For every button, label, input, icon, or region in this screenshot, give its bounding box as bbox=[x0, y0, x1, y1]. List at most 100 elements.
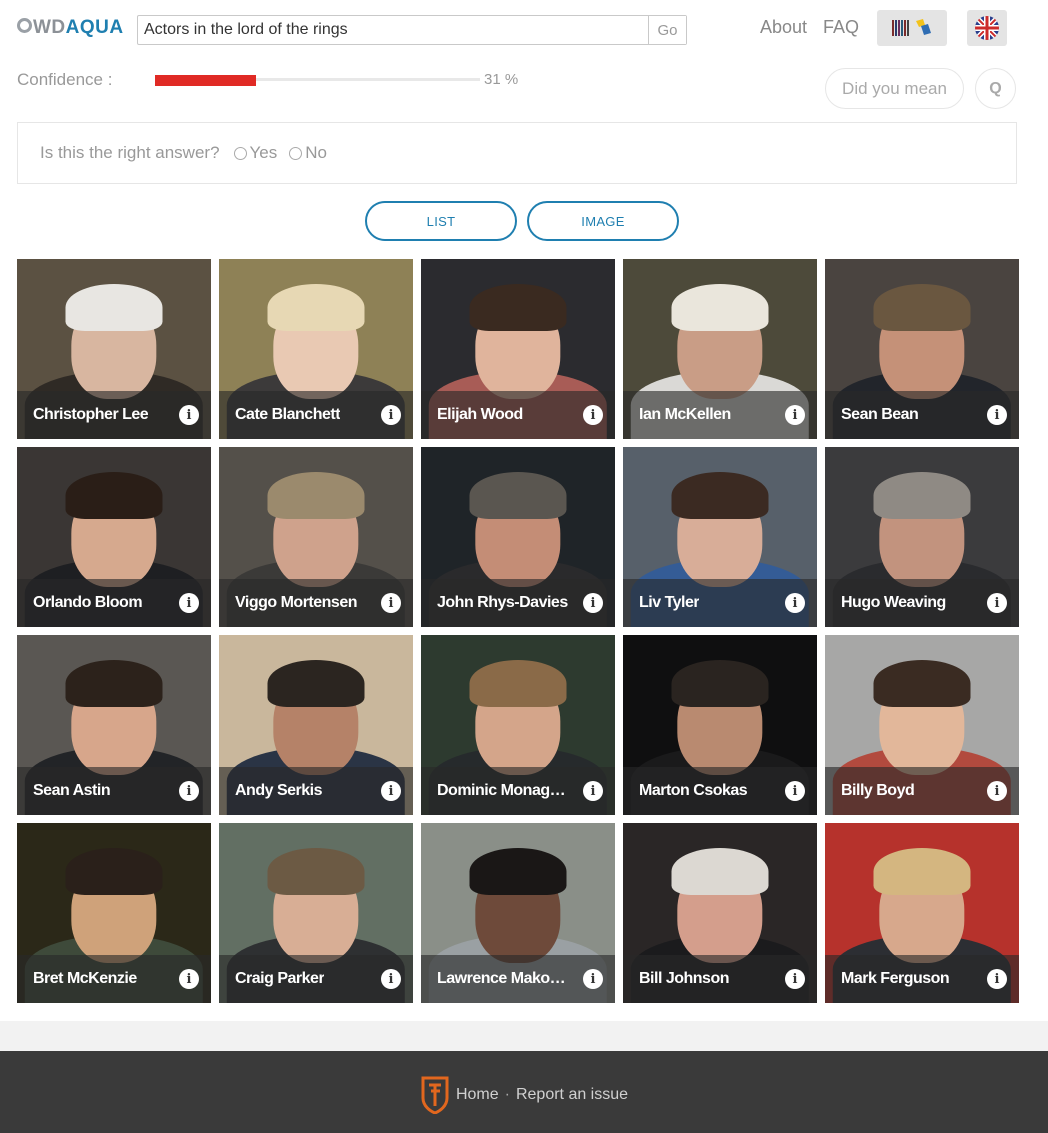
photo-hair bbox=[65, 472, 163, 519]
radio-yes[interactable] bbox=[233, 146, 247, 160]
info-icon[interactable]: i bbox=[179, 969, 199, 989]
list-view-button[interactable]: LIST bbox=[365, 201, 517, 241]
info-icon[interactable]: i bbox=[987, 781, 1007, 801]
info-icon[interactable]: i bbox=[179, 405, 199, 425]
result-card[interactable]: Liv Tyler i bbox=[623, 447, 817, 627]
actor-name: Elijah Wood bbox=[437, 406, 523, 423]
result-card[interactable]: Bill Johnson i bbox=[623, 823, 817, 1003]
result-card[interactable]: Bret McKenzie i bbox=[17, 823, 211, 1003]
actor-name: Sean Astin bbox=[33, 782, 111, 799]
info-icon[interactable]: i bbox=[583, 969, 603, 989]
footer-home-link[interactable]: Home bbox=[456, 1086, 499, 1104]
info-icon[interactable]: i bbox=[179, 781, 199, 801]
info-icon[interactable]: i bbox=[785, 405, 805, 425]
logo-ring-icon bbox=[17, 17, 32, 33]
info-icon[interactable]: i bbox=[785, 969, 805, 989]
photo-hair bbox=[469, 284, 567, 331]
info-icon[interactable]: i bbox=[583, 593, 603, 613]
info-icon[interactable]: i bbox=[381, 969, 401, 989]
actor-name: Cate Blanchett bbox=[235, 406, 341, 423]
info-icon[interactable]: i bbox=[381, 593, 401, 613]
result-card[interactable]: Dominic Monaghan i bbox=[421, 635, 615, 815]
photo-hair bbox=[671, 660, 769, 707]
image-view-button[interactable]: IMAGE bbox=[527, 201, 679, 241]
result-card[interactable]: Sean Bean i bbox=[825, 259, 1019, 439]
info-icon[interactable]: i bbox=[785, 781, 805, 801]
nav-faq-link[interactable]: FAQ bbox=[823, 17, 859, 38]
result-card[interactable]: Elijah Wood i bbox=[421, 259, 615, 439]
search-input[interactable] bbox=[138, 16, 648, 44]
did-you-mean-button[interactable]: Did you mean bbox=[825, 68, 964, 109]
info-icon[interactable]: i bbox=[785, 593, 805, 613]
result-card[interactable]: Mark Ferguson i bbox=[825, 823, 1019, 1003]
photo-hair bbox=[65, 660, 163, 707]
actor-name: Ian McKellen bbox=[639, 406, 731, 423]
card-caption: Andy Serkis i bbox=[219, 767, 413, 815]
card-caption: Elijah Wood i bbox=[421, 391, 615, 439]
feedback-no-option[interactable]: No bbox=[289, 143, 327, 163]
result-card[interactable]: Craig Parker i bbox=[219, 823, 413, 1003]
info-icon[interactable]: i bbox=[381, 781, 401, 801]
info-icon[interactable]: i bbox=[987, 969, 1007, 989]
go-button[interactable]: Go bbox=[648, 16, 686, 44]
card-caption: John Rhys-Davies i bbox=[421, 579, 615, 627]
actor-name: Dominic Monaghan bbox=[437, 782, 572, 799]
info-icon[interactable]: i bbox=[583, 781, 603, 801]
info-icon[interactable]: i bbox=[987, 405, 1007, 425]
result-card[interactable]: Billy Boyd i bbox=[825, 635, 1019, 815]
search-bar: Go bbox=[137, 15, 687, 45]
actor-name: Mark Ferguson bbox=[841, 970, 950, 987]
result-card[interactable]: Lawrence Makoare i bbox=[421, 823, 615, 1003]
feedback-question: Is this the right answer? bbox=[40, 143, 220, 162]
actor-name: Liv Tyler bbox=[639, 594, 700, 611]
photo-hair bbox=[469, 848, 567, 895]
result-card[interactable]: Viggo Mortensen i bbox=[219, 447, 413, 627]
actor-name: Marton Csokas bbox=[639, 782, 748, 799]
photo-hair bbox=[65, 848, 163, 895]
photo-hair bbox=[267, 848, 365, 895]
feedback-panel: Is this the right answer? Yes No bbox=[17, 122, 1017, 184]
info-icon[interactable]: i bbox=[583, 405, 603, 425]
photo-hair bbox=[873, 472, 971, 519]
confidence-value: 31 % bbox=[484, 71, 519, 88]
language-selector-button[interactable] bbox=[967, 10, 1007, 46]
feedback-yes-option[interactable]: Yes bbox=[233, 143, 277, 163]
card-caption: Christopher Lee i bbox=[17, 391, 211, 439]
nav-about-link[interactable]: About bbox=[760, 17, 807, 38]
info-icon[interactable]: i bbox=[381, 405, 401, 425]
logo-text: WDAQUA bbox=[33, 17, 124, 39]
result-card[interactable]: Sean Astin i bbox=[17, 635, 211, 815]
result-card[interactable]: Ian McKellen i bbox=[623, 259, 817, 439]
photo-hair bbox=[267, 660, 365, 707]
footer: Home · Report an issue bbox=[0, 1051, 1048, 1133]
footer-report-link[interactable]: Report an issue bbox=[516, 1086, 628, 1104]
result-card[interactable]: Hugo Weaving i bbox=[825, 447, 1019, 627]
result-card[interactable]: Christopher Lee i bbox=[17, 259, 211, 439]
result-card[interactable]: Marton Csokas i bbox=[623, 635, 817, 815]
wdaqua-logo[interactable]: WDAQUA bbox=[17, 16, 124, 40]
photo-hair bbox=[469, 660, 567, 707]
confidence-label: Confidence : bbox=[17, 70, 113, 89]
dataset-selector-button[interactable] bbox=[877, 10, 947, 46]
card-caption: Ian McKellen i bbox=[623, 391, 817, 439]
result-card[interactable]: Orlando Bloom i bbox=[17, 447, 211, 627]
confidence-bar bbox=[155, 75, 480, 86]
actor-name: Craig Parker bbox=[235, 970, 325, 987]
result-card[interactable]: John Rhys-Davies i bbox=[421, 447, 615, 627]
card-caption: Craig Parker i bbox=[219, 955, 413, 1003]
result-card[interactable]: Cate Blanchett i bbox=[219, 259, 413, 439]
card-caption: Lawrence Makoare i bbox=[421, 955, 615, 1003]
actor-name: Orlando Bloom bbox=[33, 594, 143, 611]
card-caption: Dominic Monaghan i bbox=[421, 767, 615, 815]
q-button[interactable]: Q bbox=[975, 68, 1016, 109]
result-card[interactable]: Andy Serkis i bbox=[219, 635, 413, 815]
photo-hair bbox=[671, 472, 769, 519]
info-icon[interactable]: i bbox=[987, 593, 1007, 613]
card-caption: Cate Blanchett i bbox=[219, 391, 413, 439]
info-icon[interactable]: i bbox=[179, 593, 199, 613]
photo-hair bbox=[267, 472, 365, 519]
card-caption: Orlando Bloom i bbox=[17, 579, 211, 627]
puzzle-icon bbox=[915, 19, 931, 35]
photo-hair bbox=[671, 848, 769, 895]
radio-no[interactable] bbox=[289, 146, 303, 160]
